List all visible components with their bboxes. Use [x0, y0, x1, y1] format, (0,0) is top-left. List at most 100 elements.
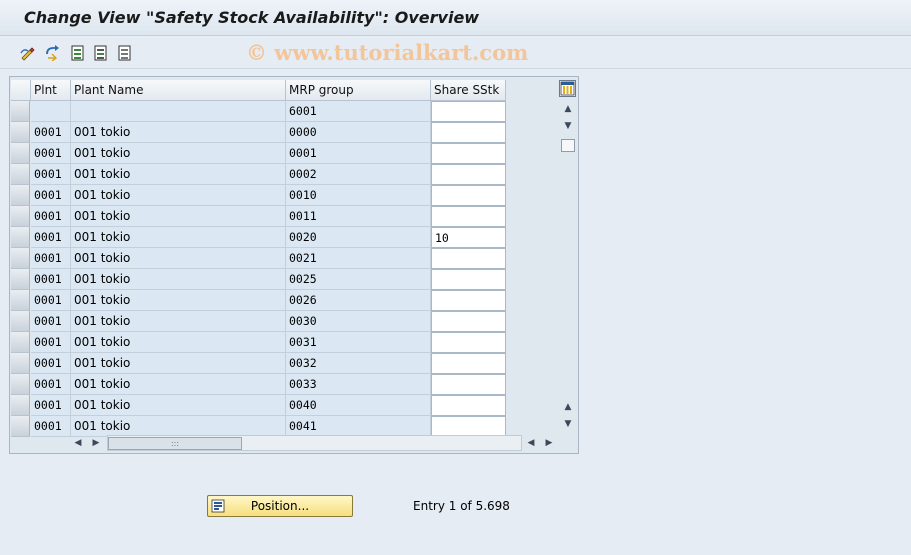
- column-header-mrp-group[interactable]: MRP group: [286, 80, 431, 101]
- row-selector[interactable]: [11, 353, 30, 374]
- row-selector[interactable]: [11, 122, 30, 143]
- horizontal-scrollbar[interactable]: ◀ ▶ ::: ◀ ▶: [69, 435, 559, 451]
- row-selector[interactable]: [11, 227, 30, 248]
- horizontal-scroll-track[interactable]: :::: [107, 435, 522, 451]
- row-selector[interactable]: [11, 290, 30, 311]
- cell-mrp-group: 0041: [286, 416, 431, 437]
- cell-plant-name: 001 tokio: [71, 395, 286, 416]
- scroll-down-icon[interactable]: ▼: [559, 416, 577, 432]
- scroll-right-icon[interactable]: ▶: [89, 435, 103, 451]
- cell-plnt: 0001: [31, 164, 71, 185]
- row-selector[interactable]: [11, 143, 30, 164]
- deselect-all-icon[interactable]: [116, 44, 134, 61]
- application-toolbar: © www.tutorialkart.com: [0, 36, 911, 69]
- cell-plant-name: 001 tokio: [71, 269, 286, 290]
- cell-share-sstk[interactable]: [431, 185, 506, 206]
- column-header-share-sstk[interactable]: Share SStk: [431, 80, 506, 101]
- cell-mrp-group: 0030: [286, 311, 431, 332]
- table-row: 0001 001 tokio 0001: [11, 143, 506, 164]
- cell-plant-name: 001 tokio: [71, 164, 286, 185]
- cell-share-sstk[interactable]: [431, 332, 506, 353]
- cell-plnt: [31, 101, 71, 122]
- scroll-left-icon[interactable]: ◀: [71, 435, 85, 451]
- cell-share-sstk[interactable]: 10: [431, 227, 506, 248]
- cell-share-sstk[interactable]: [431, 353, 506, 374]
- cell-share-sstk[interactable]: [431, 290, 506, 311]
- table-row: 0001 001 tokio 0000: [11, 122, 506, 143]
- scroll-thumb[interactable]: [561, 139, 575, 152]
- cell-mrp-group: 0033: [286, 374, 431, 395]
- row-selector[interactable]: [11, 206, 30, 227]
- cell-plant-name: 001 tokio: [71, 143, 286, 164]
- cell-plnt: 0001: [31, 374, 71, 395]
- scroll-end-right-icon[interactable]: ▶: [542, 435, 556, 451]
- table-control: Plnt Plant Name MRP group Share SStk 600…: [9, 76, 579, 454]
- table-row: 0001 001 tokio 0031: [11, 332, 506, 353]
- cell-plnt: 0001: [31, 311, 71, 332]
- cell-plant-name: 001 tokio: [71, 311, 286, 332]
- scroll-up-icon[interactable]: ▲: [559, 101, 577, 117]
- cell-plant-name: 001 tokio: [71, 227, 286, 248]
- table-row: 0001 001 tokio 0041: [11, 416, 506, 437]
- select-all-column[interactable]: [11, 80, 31, 101]
- cell-mrp-group: 0026: [286, 290, 431, 311]
- cell-plnt: 0001: [31, 185, 71, 206]
- cell-mrp-group: 0002: [286, 164, 431, 185]
- cell-share-sstk[interactable]: [431, 311, 506, 332]
- cell-mrp-group: 6001: [286, 101, 431, 122]
- row-selector[interactable]: [11, 395, 30, 416]
- column-header-plant-name[interactable]: Plant Name: [71, 80, 286, 101]
- cell-plant-name: 001 tokio: [71, 290, 286, 311]
- cell-mrp-group: 0025: [286, 269, 431, 290]
- cell-plnt: 0001: [31, 416, 71, 437]
- cell-share-sstk[interactable]: [431, 143, 506, 164]
- vertical-scrollbar[interactable]: ▲ ▼ ▲ ▼: [559, 101, 577, 433]
- cell-share-sstk[interactable]: [431, 164, 506, 185]
- table-settings-icon[interactable]: [559, 80, 576, 97]
- cell-plnt: 0001: [31, 206, 71, 227]
- row-selector[interactable]: [11, 185, 30, 206]
- cell-share-sstk[interactable]: [431, 206, 506, 227]
- row-selector[interactable]: [11, 332, 30, 353]
- column-header-plnt[interactable]: Plnt: [31, 80, 71, 101]
- row-selector[interactable]: [11, 164, 30, 185]
- undo-icon[interactable]: [43, 44, 61, 61]
- row-selector[interactable]: [11, 416, 30, 437]
- table-row: 0001 001 tokio 0021: [11, 248, 506, 269]
- cell-plnt: 0001: [31, 290, 71, 311]
- table-row: 0001 001 tokio 0030: [11, 311, 506, 332]
- scroll-end-left-icon[interactable]: ◀: [524, 435, 538, 451]
- row-selector[interactable]: [11, 374, 30, 395]
- cell-share-sstk[interactable]: [431, 122, 506, 143]
- position-button[interactable]: Position...: [207, 495, 353, 517]
- table-row: 0001 001 tokio 0020 10: [11, 227, 506, 248]
- display-change-icon[interactable]: [19, 44, 37, 61]
- cell-plant-name: 001 tokio: [71, 332, 286, 353]
- row-selector[interactable]: [11, 248, 30, 269]
- table-row: 0001 001 tokio 0033: [11, 374, 506, 395]
- cell-mrp-group: 0031: [286, 332, 431, 353]
- scroll-page-down-icon[interactable]: ▲: [559, 399, 577, 415]
- cell-plnt: 0001: [31, 248, 71, 269]
- cell-share-sstk[interactable]: [431, 248, 506, 269]
- cell-share-sstk[interactable]: [431, 101, 506, 122]
- title-bar: Change View "Safety Stock Availability":…: [0, 0, 911, 36]
- cell-plnt: 0001: [31, 395, 71, 416]
- select-all-icon[interactable]: [69, 44, 87, 61]
- row-selector[interactable]: [11, 101, 30, 122]
- row-selector[interactable]: [11, 269, 30, 290]
- row-selector[interactable]: [11, 311, 30, 332]
- table-row: 0001 001 tokio 0026: [11, 290, 506, 311]
- cell-plant-name: 001 tokio: [71, 122, 286, 143]
- cell-share-sstk[interactable]: [431, 395, 506, 416]
- horizontal-scroll-thumb[interactable]: :::: [108, 437, 242, 450]
- scroll-page-up-icon[interactable]: ▼: [559, 118, 577, 134]
- cell-mrp-group: 0000: [286, 122, 431, 143]
- cell-share-sstk[interactable]: [431, 416, 506, 437]
- table-row: 6001: [11, 101, 506, 122]
- cell-plant-name: 001 tokio: [71, 374, 286, 395]
- cell-share-sstk[interactable]: [431, 269, 506, 290]
- select-block-icon[interactable]: [92, 44, 110, 61]
- cell-share-sstk[interactable]: [431, 374, 506, 395]
- table-row: 0001 001 tokio 0010: [11, 185, 506, 206]
